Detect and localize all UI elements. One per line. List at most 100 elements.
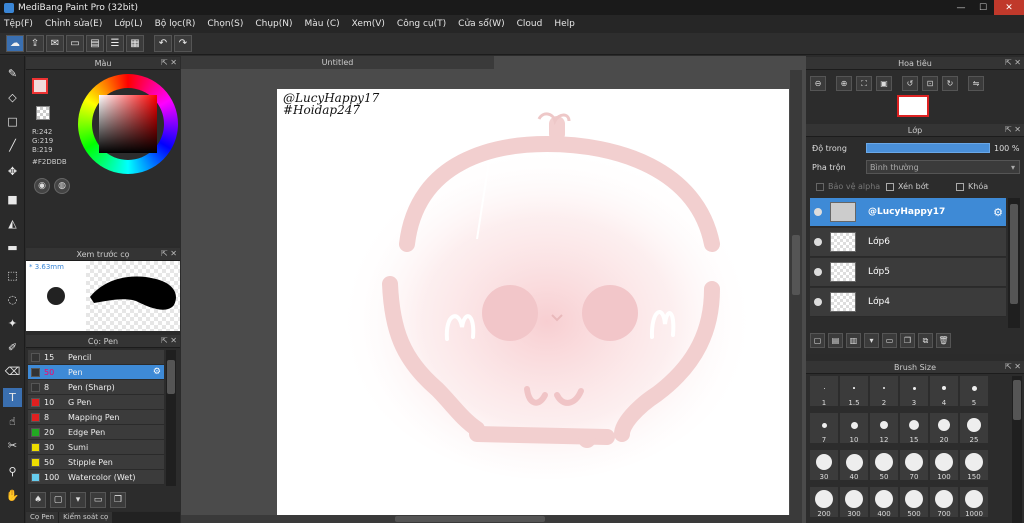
brush-size-option[interactable]: 5 [960,376,988,407]
gradient-tool-icon[interactable]: ▬ [3,238,22,257]
blend-mode-select[interactable]: Bình thường ▾ [866,160,1020,174]
panel-close-icon[interactable]: ⇱ ✕ [161,336,177,345]
brush-size-option[interactable]: 30 [810,450,838,481]
brush-add-icon[interactable]: ♠ [30,492,46,508]
opacity-slider[interactable] [866,143,990,153]
gear-icon[interactable]: ⚙ [993,206,1003,219]
actual-size-icon[interactable]: ▣ [876,76,892,91]
panel-close-icon[interactable]: ⇱ ✕ [161,58,177,67]
brush-size-option[interactable]: 12 [870,413,898,444]
move-tool-icon[interactable]: ✥ [3,162,22,181]
maximize-button[interactable]: ☐ [972,0,994,15]
lasso-tool-icon[interactable]: ◌ [3,290,22,309]
palette-settings-icon[interactable]: ◍ [54,178,70,194]
redo-icon[interactable]: ↷ [174,35,192,52]
rotate-left-icon[interactable]: ↺ [902,76,918,91]
brush-size-option[interactable]: 40 [840,450,868,481]
foreground-color-swatch[interactable] [32,78,48,94]
brush-item-edge-pen[interactable]: 20 Edge Pen [28,425,164,440]
layer-list-scrollbar[interactable] [1008,198,1020,328]
panel-close-icon[interactable]: ⇱ ✕ [1005,125,1021,134]
brush-size-option[interactable]: 20 [930,413,958,444]
panel-close-icon[interactable]: ⇱ ✕ [161,249,177,258]
undo-icon[interactable]: ↶ [154,35,172,52]
select-tool-icon[interactable]: ⬚ [3,266,22,285]
visibility-icon[interactable] [814,238,822,246]
merge-layer-icon[interactable]: ⧉ [918,333,933,348]
duplicate-icon[interactable]: ❐ [110,492,126,508]
tab-brush-control[interactable]: Kiểm soát cọ [59,512,113,523]
brush-size-option[interactable]: 100 [930,450,958,481]
brush-item-sumi[interactable]: 30 Sumi [28,440,164,455]
brush-size-option[interactable]: 400 [870,487,898,518]
brush-item-mapping-pen[interactable]: 8 Mapping Pen [28,410,164,425]
share-icon[interactable]: ⇪ [26,35,44,52]
flip-icon[interactable]: ⇋ [968,76,984,91]
visibility-icon[interactable] [814,208,822,216]
menu-snap[interactable]: Chụp(N) [255,19,292,29]
layer-row[interactable]: @LucyHappy17 ⚙ [810,198,1006,227]
brush-size-option[interactable]: 300 [840,487,868,518]
brush-size-option[interactable]: 2 [870,376,898,407]
brush-size-option[interactable]: 700 [930,487,958,518]
brush-item-pen-sharp[interactable]: 8 Pen (Sharp) [28,380,164,395]
brush-size-option[interactable]: 200 [810,487,838,518]
panel-close-icon[interactable]: ⇱ ✕ [1005,362,1021,371]
brush-size-option[interactable]: 15 [900,413,928,444]
rotate-right-icon[interactable]: ↻ [942,76,958,91]
protect-alpha-checkbox[interactable]: Bảo vệ alpha [816,182,880,191]
eraser-tool-icon[interactable]: ◇ [3,88,22,107]
duplicate-layer-icon[interactable]: ❐ [900,333,915,348]
fit-icon[interactable]: ⛶ [856,76,872,91]
brush-item-g-pen[interactable]: 10 G Pen [28,395,164,410]
brush-size-option[interactable]: 7 [810,413,838,444]
brush-size-option[interactable]: 50 [870,450,898,481]
panel-close-icon[interactable]: ⇱ ✕ [1005,58,1021,67]
brush-item-pen[interactable]: 50 Pen ⚙ [28,365,164,380]
saturation-value-square[interactable] [99,95,157,153]
line-tool-icon[interactable]: ╱ [3,136,22,155]
visibility-icon[interactable] [814,268,822,276]
brush-menu-icon[interactable]: ▾ [70,492,86,508]
select-eraser-icon[interactable]: ⌫ [3,362,22,381]
reset-view-icon[interactable]: ⊡ [922,76,938,91]
menu-cloud[interactable]: Cloud [517,19,543,29]
page-icon[interactable]: ▭ [66,35,84,52]
add-layer-menu-icon[interactable]: ▾ [864,333,879,348]
fill-rect-tool-icon[interactable]: ■ [3,190,22,209]
clipping-checkbox[interactable]: Xén bớt [886,182,929,191]
menu-help[interactable]: Help [554,19,575,29]
new-8bit-layer-icon[interactable]: ▥ [846,333,861,348]
cloud-icon[interactable]: ☁ [6,35,24,52]
magic-wand-icon[interactable]: ✦ [3,314,22,333]
canvas-vertical-scrollbar[interactable] [790,70,802,523]
menu-edit[interactable]: Chỉnh sửa(E) [45,19,102,29]
folder-icon[interactable]: ▭ [90,492,106,508]
brush-size-option[interactable]: 150 [960,450,988,481]
lock-checkbox[interactable]: Khóa [956,182,988,191]
document-icon[interactable]: ▤ [86,35,104,52]
document-tab[interactable]: Untitled [181,56,494,69]
zoom-in-icon[interactable]: ⊕ [836,76,852,91]
menu-view[interactable]: Xem(V) [352,19,385,29]
brush-size-scrollbar[interactable] [1012,376,1022,523]
brush-size-option[interactable]: 1.5 [840,376,868,407]
brush-size-option[interactable]: 1 [810,376,838,407]
text-tool-icon[interactable]: T [3,388,22,407]
brush-tool-icon[interactable]: ✎ [3,64,22,83]
hue-wheel[interactable] [78,74,178,174]
close-button[interactable]: ✕ [994,0,1024,15]
minimize-button[interactable]: — [950,0,972,15]
list-icon[interactable]: ☰ [106,35,124,52]
rectangle-tool-icon[interactable]: □ [3,112,22,131]
brush-size-option[interactable]: 25 [960,413,988,444]
new-layer-icon[interactable]: ▢ [810,333,825,348]
canvas[interactable]: @LucyHappy17 #Hoidap247 [277,89,789,515]
canvas-horizontal-scrollbar[interactable] [181,515,791,523]
menu-select[interactable]: Chọn(S) [207,19,243,29]
operation-tool-icon[interactable]: ☝ [3,412,22,431]
tab-brush[interactable]: Cọ Pen [26,512,59,523]
brush-size-option[interactable]: 1000 [960,487,988,518]
grid-icon[interactable]: ▦ [126,35,144,52]
gear-icon[interactable]: ⚙ [153,367,161,377]
